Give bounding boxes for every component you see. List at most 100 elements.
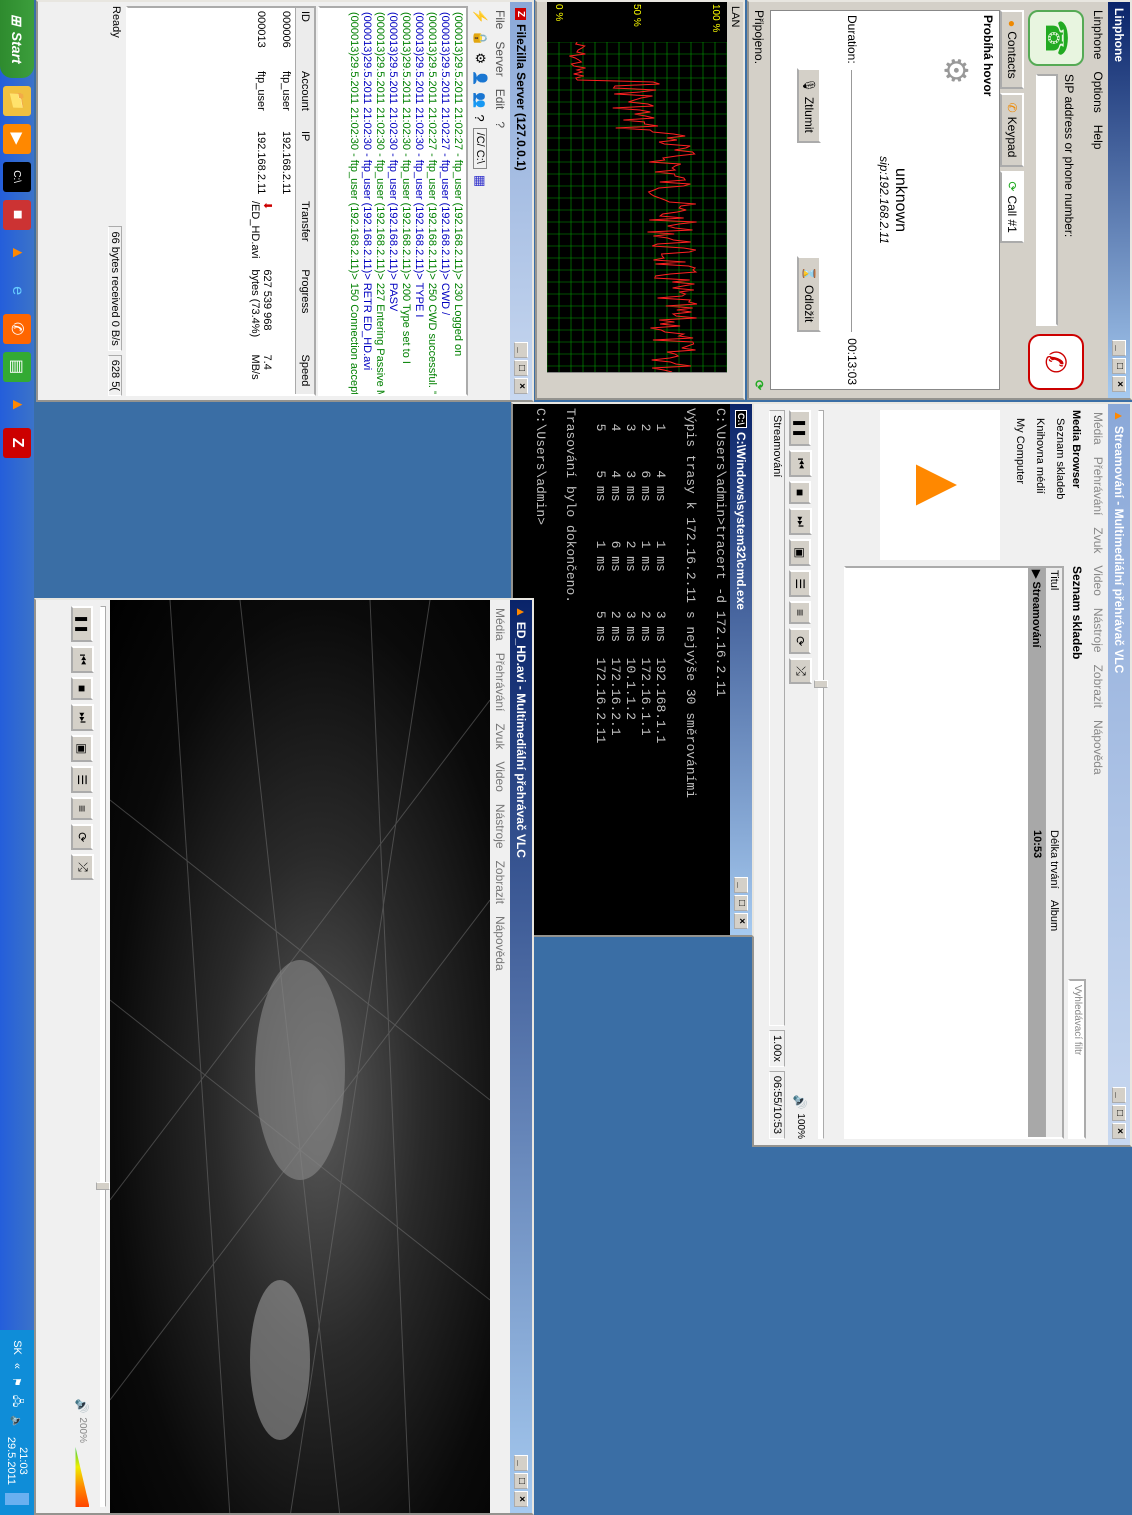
tray-expand-icon[interactable]: « <box>11 1363 23 1369</box>
cmd-output[interactable]: C:\Users\admin>tracert -d 172.16.2.11 Vý… <box>530 404 730 935</box>
close-icon[interactable]: × <box>1112 1123 1126 1139</box>
cmd-titlebar[interactable]: C:\ C:\Windows\system32\cmd.exe _ □ × <box>730 404 752 935</box>
time-label[interactable]: 06:55/10:53 <box>769 1070 785 1139</box>
maximize-icon[interactable]: □ <box>734 895 748 911</box>
menu-options[interactable]: Options <box>1091 71 1105 112</box>
filezilla-titlebar[interactable]: Z FileZilla Server (127.0.0.1) _ □ × <box>510 2 532 400</box>
minimize-icon[interactable]: _ <box>514 1455 528 1471</box>
network-icon[interactable]: 🖧 <box>8 1395 27 1407</box>
search-input[interactable]: Vyhledávací filtr <box>1068 979 1086 1139</box>
pause-button[interactable]: ❚❚ <box>71 606 94 643</box>
settings-icon[interactable]: ⚙ <box>472 52 488 64</box>
stop-button[interactable]: ■ <box>71 676 94 701</box>
menu-edit[interactable]: Edit <box>493 89 507 110</box>
speed-label[interactable]: 1.00x <box>769 1029 785 1067</box>
sidebar-item-my-computer[interactable]: My Computer <box>1010 410 1030 560</box>
close-icon[interactable]: × <box>1112 376 1126 392</box>
vlc-video-seek-slider[interactable] <box>96 606 110 1507</box>
minimize-icon[interactable]: _ <box>514 342 528 358</box>
vlc-playlist-titlebar[interactable]: ▲ Streamování - Multimediální přehrávač V… <box>1108 404 1130 1145</box>
table-row[interactable]: 000006 ftp_user 192.168.2.11 <box>277 8 296 394</box>
col-speed[interactable]: Speed <box>296 352 315 394</box>
taskbar-ie-icon[interactable]: e <box>3 276 31 306</box>
stop-button[interactable]: ■ <box>789 480 812 505</box>
maximize-icon[interactable]: □ <box>1112 358 1126 374</box>
next-button[interactable]: ⏭ <box>71 704 94 731</box>
vlc-playlist-seek-slider[interactable] <box>814 410 828 1139</box>
taskbar-filezilla-icon[interactable]: Z <box>3 427 31 458</box>
taskbar-vlc2-icon[interactable]: ▲ <box>3 390 31 420</box>
close-icon[interactable]: × <box>514 1491 528 1507</box>
next-button[interactable]: ⏭ <box>789 508 812 535</box>
playlist-row[interactable]: ▶ Streamování 10:53 <box>1028 568 1045 1137</box>
shuffle-button[interactable]: ⤮ <box>71 854 94 880</box>
menu-view[interactable]: Zobrazit <box>1091 665 1105 708</box>
show-desktop-button[interactable] <box>5 1493 29 1505</box>
volume-slider[interactable] <box>76 1447 90 1507</box>
playlist-toggle-button[interactable]: ☰ <box>71 766 94 794</box>
sidebar-item-playlist[interactable]: Seznam skladeb <box>1050 410 1070 560</box>
loop-button[interactable]: ⟳ <box>71 824 94 851</box>
tab-contacts[interactable]: ● Contacts <box>1000 10 1024 89</box>
menu-help[interactable]: ? <box>493 121 507 128</box>
taskbar-app-icon[interactable]: ■ <box>3 199 31 230</box>
menu-audio[interactable]: Zvuk <box>1091 527 1105 553</box>
col-title[interactable]: Titul <box>1046 568 1062 828</box>
maximize-icon[interactable]: □ <box>1112 1105 1126 1121</box>
language-indicator[interactable]: SK <box>11 1340 23 1355</box>
taskbar-explorer-icon[interactable]: 📁 <box>3 85 31 116</box>
col-album[interactable]: Album <box>1046 898 1062 1137</box>
menu-playback[interactable]: Přehrávání <box>1091 457 1105 516</box>
playlist-toggle-button[interactable]: ☰ <box>789 570 812 598</box>
taskbar-cmd-icon[interactable]: C:\ <box>3 161 31 192</box>
menu-media[interactable]: Média <box>1091 412 1105 445</box>
menu-tools[interactable]: Nástroje <box>1091 608 1105 653</box>
menu-view[interactable]: Zobrazit <box>493 861 507 904</box>
lock-icon[interactable]: 🔒 <box>472 30 488 46</box>
pause-button[interactable]: ❚❚ <box>789 410 812 447</box>
taskbar-media-icon[interactable]: ▶ <box>3 123 31 154</box>
menu-playback[interactable]: Přehrávání <box>493 653 507 712</box>
taskbar-vlc-icon[interactable]: ▲ <box>3 238 31 268</box>
video-area[interactable] <box>110 600 490 1513</box>
sip-input[interactable] <box>1036 74 1058 326</box>
prev-button[interactable]: ⏮ <box>789 450 812 477</box>
prev-button[interactable]: ⏮ <box>71 646 94 673</box>
volume-icon[interactable]: 🔊 <box>794 1094 808 1109</box>
menu-server[interactable]: Server <box>493 41 507 76</box>
loop-button[interactable]: ⟳ <box>789 628 812 655</box>
menu-video[interactable]: Video <box>493 761 507 791</box>
linphone-titlebar[interactable]: Linphone _ □ × <box>1108 2 1130 398</box>
menu-linphone[interactable]: Linphone <box>1091 10 1105 59</box>
hangup-icon[interactable]: ✆ <box>1028 334 1084 390</box>
fullscreen-button[interactable]: ▣ <box>789 538 812 567</box>
menu-help[interactable]: Nápověda <box>1091 720 1105 775</box>
sidebar-item-library[interactable]: Knihovna médií <box>1030 410 1050 560</box>
taskbar-linphone-icon[interactable]: ✆ <box>3 313 31 344</box>
menu-tools[interactable]: Nástroje <box>493 804 507 849</box>
flag-icon[interactable]: ⚑ <box>11 1377 24 1387</box>
col-account[interactable]: Account <box>296 68 315 128</box>
menu-help[interactable]: Help <box>1091 125 1105 150</box>
shuffle-button[interactable]: ⤮ <box>789 658 812 684</box>
equalizer-button[interactable]: ≡ <box>71 797 94 821</box>
connect-icon[interactable]: ⚡ <box>472 8 488 24</box>
volume-icon[interactable]: 🔊 <box>76 1398 90 1413</box>
grid-icon[interactable]: ▦ <box>472 175 488 187</box>
help-icon[interactable]: ? <box>473 114 488 121</box>
col-id[interactable]: ID <box>296 8 315 68</box>
menu-audio[interactable]: Zvuk <box>493 723 507 749</box>
speaker-icon[interactable]: 🔈 <box>11 1415 24 1429</box>
groups-icon[interactable]: 👥 <box>472 92 488 108</box>
graph-scrollbar[interactable] <box>547 372 727 398</box>
mute-button[interactable]: 🎙 Ztlumit <box>797 67 821 143</box>
minimize-icon[interactable]: _ <box>734 877 748 893</box>
col-progress[interactable]: Progress <box>296 266 315 351</box>
close-icon[interactable]: × <box>514 378 528 394</box>
minimize-icon[interactable]: _ <box>1112 340 1126 356</box>
menu-media[interactable]: Média <box>493 608 507 641</box>
fullscreen-button[interactable]: ▣ <box>71 734 94 763</box>
clock[interactable]: 21:03 29.5.2011 <box>5 1437 29 1485</box>
maximize-icon[interactable]: □ <box>514 360 528 376</box>
tab-call[interactable]: ⟳ Call #1 <box>1000 171 1024 243</box>
